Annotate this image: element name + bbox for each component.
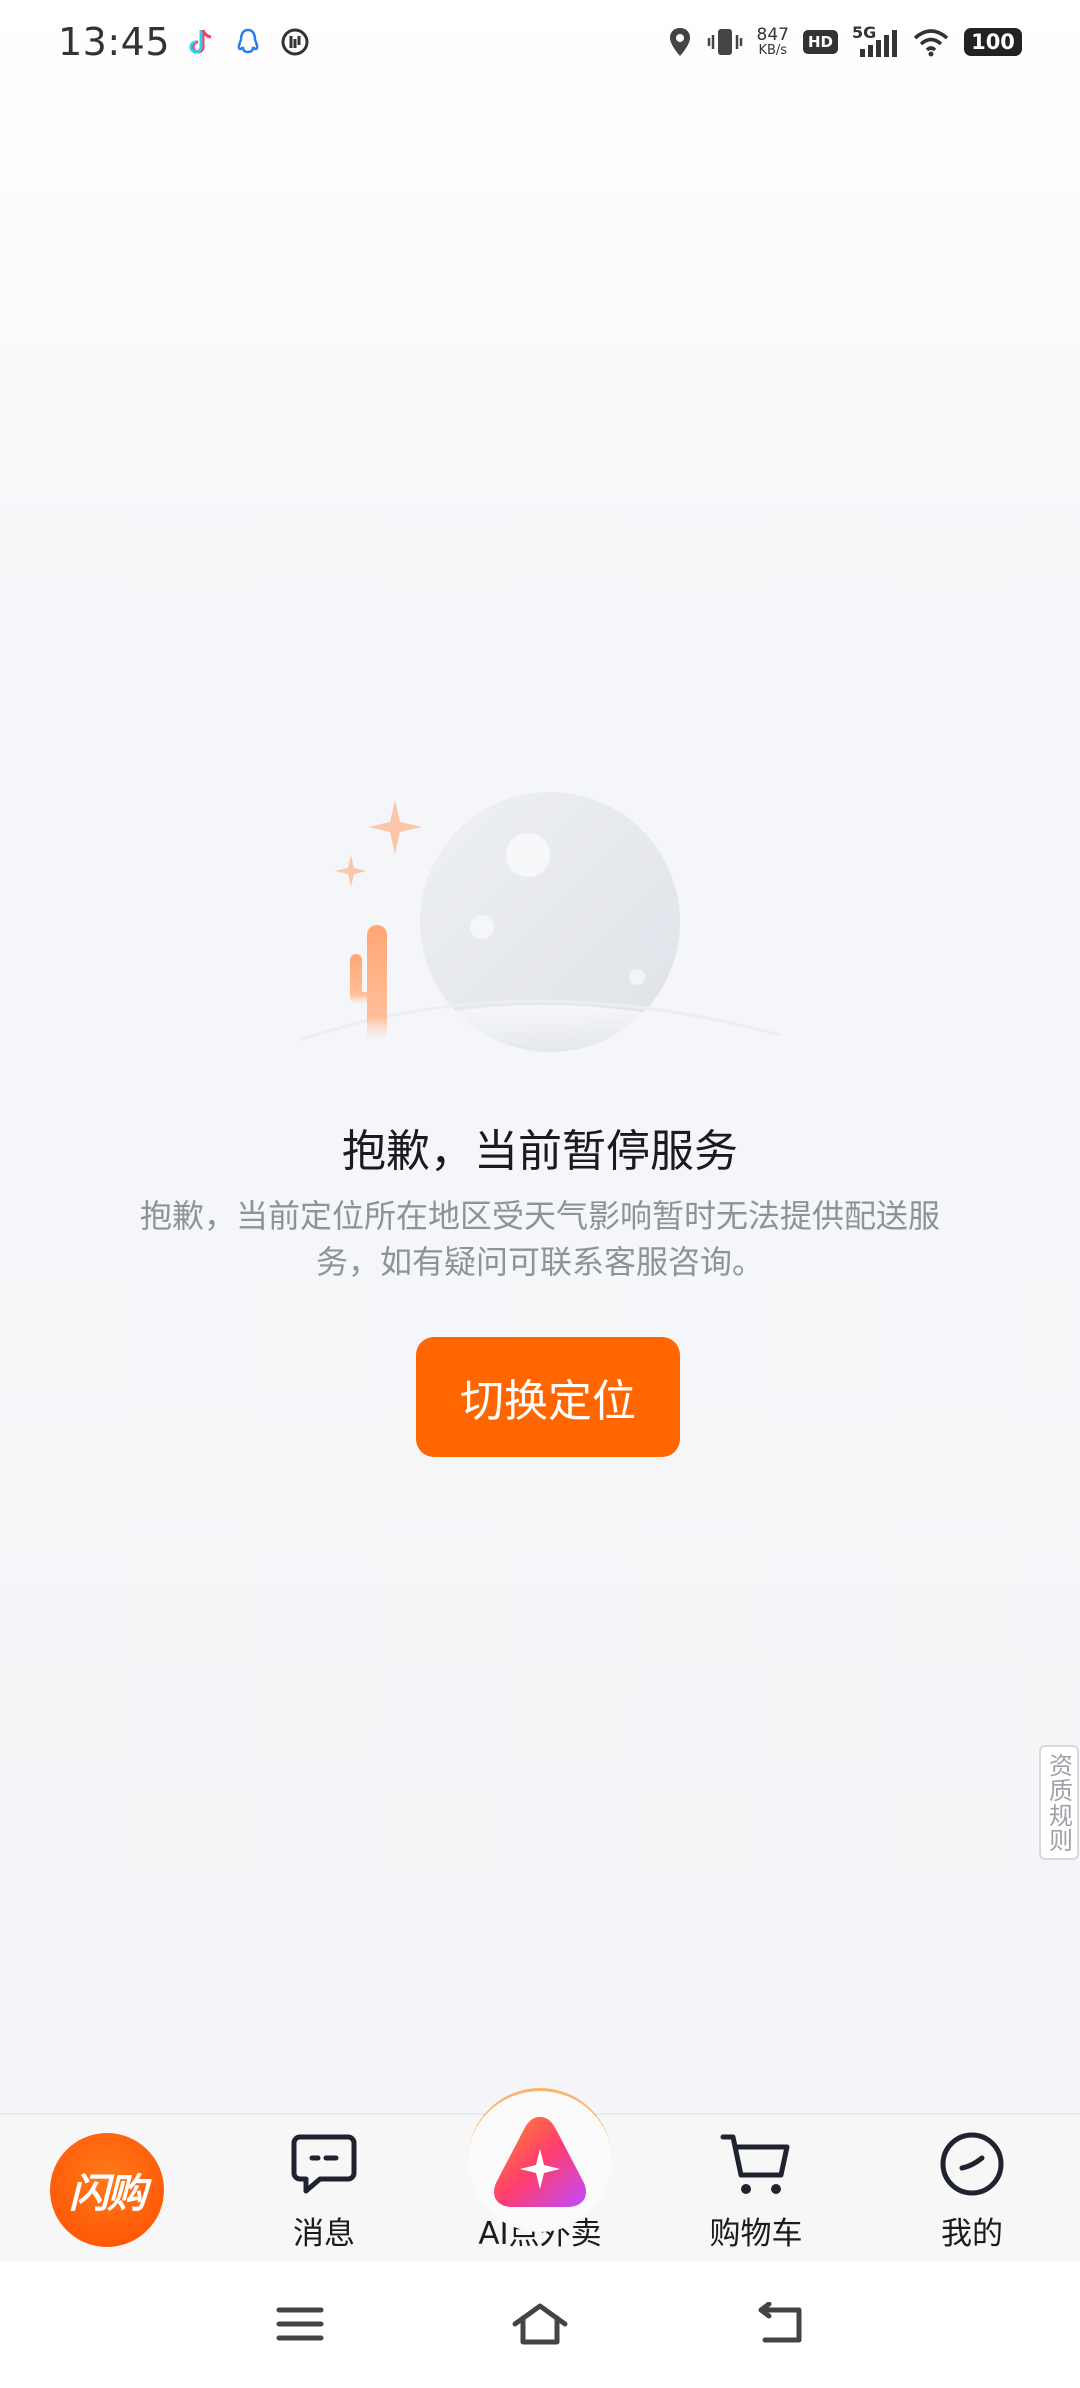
system-nav-bar [0, 2261, 1080, 2388]
switch-location-button[interactable]: 切换定位 [416, 1337, 680, 1457]
ai-star-icon [493, 2116, 587, 2207]
vibrate-icon [707, 29, 742, 55]
qualification-rules-tab[interactable]: 资质规则 [1039, 1745, 1079, 1860]
message-icon [291, 2134, 357, 2194]
empty-state-title: 抱歉，当前暂停服务 [342, 1126, 738, 1177]
back-icon [758, 2302, 802, 2343]
hd-badge: HD [802, 30, 838, 54]
location-icon [669, 28, 690, 56]
status-bar: 13:45 847 KB/s HD 5G 100 [0, 0, 1080, 84]
tab-cart[interactable]: 购物车 [648, 2115, 864, 2263]
status-time: 13:45 [58, 20, 171, 64]
qualification-rules-label: 资质规则 [1044, 1752, 1073, 1853]
profile-icon [940, 2132, 1004, 2196]
network-speed: 847 KB/s [756, 25, 789, 58]
battery-indicator: 100 [964, 28, 1022, 56]
home-icon [512, 2303, 568, 2345]
cart-icon [720, 2134, 790, 2194]
tab-messages[interactable]: 消息 [216, 2115, 432, 2263]
tiktok-icon [189, 29, 212, 54]
nav-home-button[interactable] [510, 2299, 570, 2349]
qq-icon [237, 28, 259, 54]
menu-icon [276, 2307, 324, 2341]
shangou-home-logo[interactable]: 闪购 [50, 2133, 164, 2247]
speed-icon [281, 28, 309, 56]
empty-state-description: 抱歉，当前定位所在地区受天气影响暂时无法提供配送服务，如有疑问可联系客服咨询。 [139, 1197, 940, 1281]
nav-back-button[interactable] [750, 2299, 810, 2349]
tab-profile-label: 我的 [941, 2216, 1003, 2252]
tab-messages-label: 消息 [293, 2216, 355, 2252]
nav-menu-button[interactable] [270, 2299, 330, 2349]
tab-profile[interactable]: 我的 [864, 2115, 1080, 2263]
signal-indicator: 5G [852, 23, 898, 59]
tab-cart-label: 购物车 [709, 2216, 803, 2252]
ai-order-button[interactable] [468, 2088, 612, 2232]
wifi-icon [913, 29, 949, 57]
cactus-moon-illustration [300, 792, 780, 1060]
